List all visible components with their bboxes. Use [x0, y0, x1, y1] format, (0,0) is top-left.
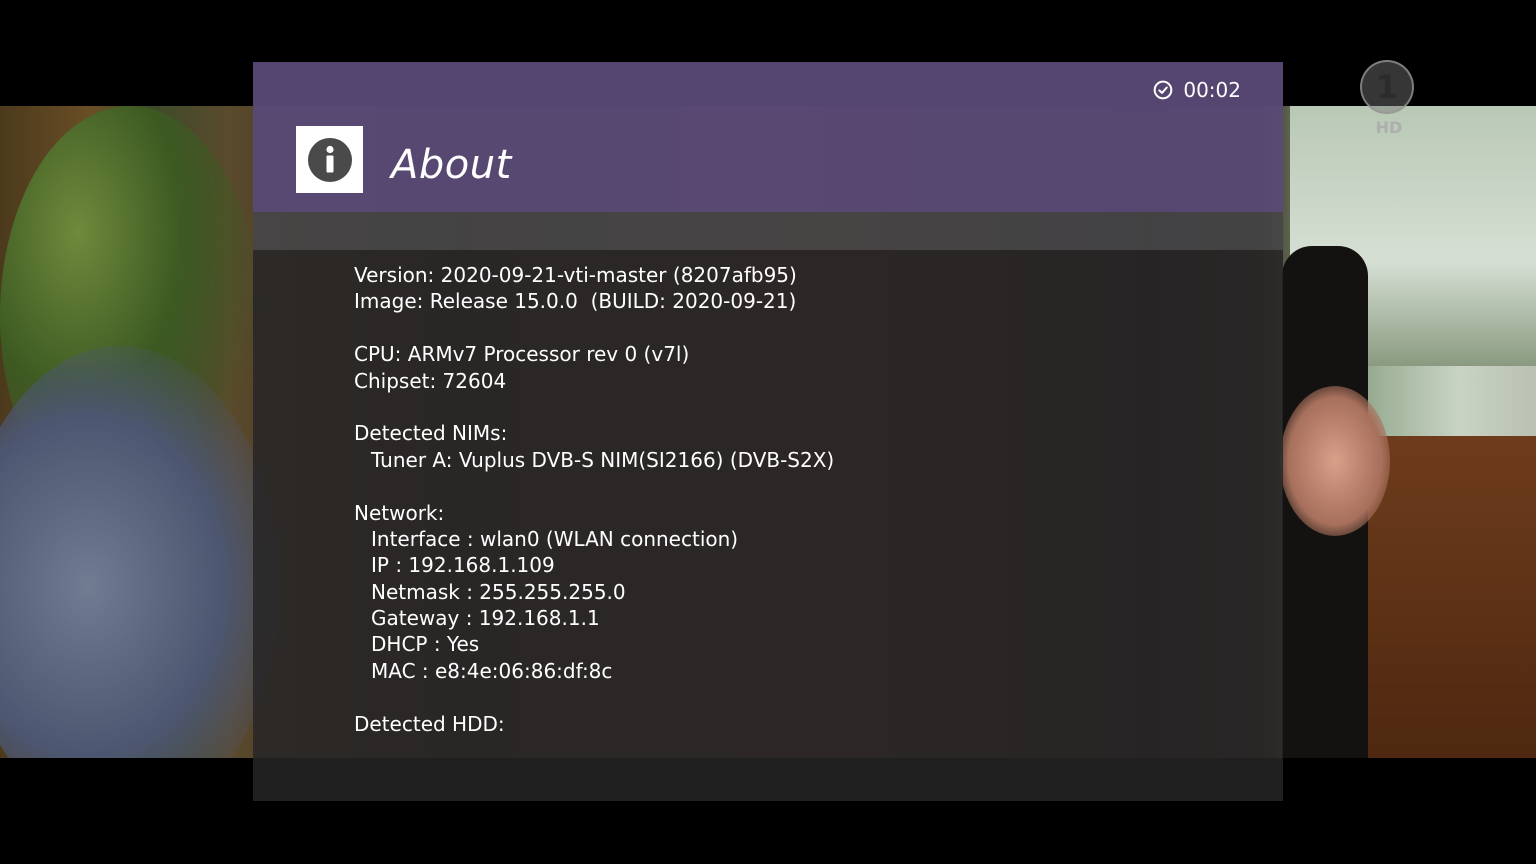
chipset-line: Chipset: 72604 [354, 368, 507, 393]
version-line: Version: 2020-09-21-vti-master (8207afb9… [354, 263, 797, 287]
network-netmask: Netmask : 255.255.255.0 [371, 579, 626, 604]
dialog-header: 00:02 About [253, 62, 1283, 212]
about-info: Version: 2020-09-21-vti-master (8207afb9… [354, 262, 834, 737]
network-dhcp: DHCP : Yes [371, 632, 480, 657]
channel-hd-label: HD [1375, 118, 1403, 137]
clock: 00:02 [1153, 76, 1241, 104]
tv-screen: 1 HD 00:02 About Version: 2020-09-21-vti… [0, 0, 1536, 864]
cpu-line: CPU: ARMv7 Processor rev 0 (v7l) [354, 342, 690, 367]
network-mac: MAC : e8:4e:06:86:df:8c [371, 658, 613, 683]
dialog-separator [253, 212, 1283, 250]
clock-icon [1154, 80, 1173, 100]
hdd-heading: Detected HDD: [354, 711, 505, 736]
das-erste-logo: 1 HD [1360, 60, 1416, 140]
nims-heading: Detected NIMs: [354, 421, 508, 446]
network-gateway: Gateway : 192.168.1.1 [371, 606, 600, 631]
channel-logo-circle: 1 [1360, 60, 1414, 114]
network-heading: Network: [354, 500, 445, 525]
hand [1280, 386, 1390, 536]
network-interface: Interface : wlan0 (WLAN connection) [371, 526, 739, 551]
channel-logo-number: 1 [1375, 68, 1399, 106]
clock-time: 00:02 [1183, 78, 1241, 102]
image-line: Image: Release 15.0.0 (BUILD: 2020-09-21… [354, 289, 797, 314]
about-dialog: 00:02 About Version: 2020-09-21-vti-mast… [253, 62, 1283, 801]
info-icon-glyph [307, 137, 352, 182]
nim-tuner-a: Tuner A: Vuplus DVB-S NIM(SI2166) (DVB-S… [371, 447, 835, 472]
dialog-title: About [391, 142, 512, 188]
network-ip: IP : 192.168.1.109 [371, 553, 555, 578]
info-icon [296, 126, 363, 193]
